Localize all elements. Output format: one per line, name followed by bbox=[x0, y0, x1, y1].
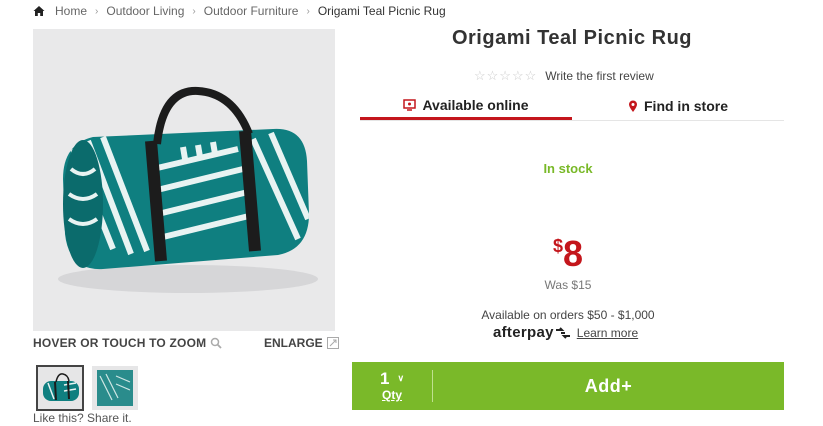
quantity-value: 1 bbox=[379, 369, 390, 388]
magnifier-icon bbox=[210, 337, 222, 349]
write-review-link[interactable]: Write the first review bbox=[545, 69, 653, 83]
breadcrumb-current: Origami Teal Picnic Rug bbox=[317, 4, 446, 18]
thumbnail-flat[interactable] bbox=[92, 366, 138, 410]
tab-label: Find in store bbox=[644, 98, 728, 114]
tab-label: Available online bbox=[422, 96, 529, 113]
price: $8 bbox=[360, 234, 776, 274]
home-icon[interactable] bbox=[33, 5, 45, 17]
monitor-icon bbox=[403, 98, 417, 111]
afterpay-availability: Available on orders $50 - $1,000 bbox=[481, 308, 655, 322]
price-amount: 8 bbox=[562, 233, 584, 274]
add-to-cart-bar: 1 ∨ Qty Add+ bbox=[352, 362, 784, 410]
tab-available-online[interactable]: Available online bbox=[360, 92, 572, 120]
breadcrumb-item-outdoor-living[interactable]: Outdoor Living bbox=[106, 4, 184, 18]
availability-tabs: Available online Find in store bbox=[360, 92, 784, 121]
enlarge-button[interactable]: ENLARGE bbox=[264, 336, 339, 350]
learn-more-link[interactable]: Learn more bbox=[577, 326, 638, 340]
product-main-image[interactable] bbox=[33, 29, 335, 331]
quantity-selector[interactable]: 1 ∨ Qty bbox=[352, 362, 432, 410]
review-summary: ☆☆☆☆☆ Write the first review bbox=[474, 68, 654, 84]
chevron-right-icon: › bbox=[95, 5, 99, 17]
afterpay-logo: afterpay bbox=[493, 324, 554, 341]
chevron-right-icon: › bbox=[192, 5, 196, 17]
chevron-right-icon: › bbox=[306, 5, 310, 17]
zoom-label: HOVER OR TOUCH TO ZOOM bbox=[33, 336, 207, 350]
product-title: Origami Teal Picnic Rug bbox=[451, 27, 693, 49]
breadcrumb-item-outdoor-furniture[interactable]: Outdoor Furniture bbox=[204, 4, 299, 18]
breadcrumb-item-home[interactable]: Home bbox=[55, 4, 87, 18]
enlarge-label: ENLARGE bbox=[264, 336, 323, 350]
share-label[interactable]: Like this? Share it. bbox=[33, 411, 132, 425]
afterpay-row: afterpay Learn more bbox=[493, 324, 638, 341]
zoom-hint: HOVER OR TOUCH TO ZOOM bbox=[33, 336, 222, 350]
add-to-cart-button[interactable]: Add+ bbox=[433, 376, 784, 397]
afterpay-arrows-icon bbox=[555, 326, 571, 339]
thumbnail-rolled[interactable] bbox=[36, 365, 84, 411]
was-price: Was $15 bbox=[544, 278, 592, 292]
tab-find-in-store[interactable]: Find in store bbox=[572, 92, 784, 120]
chevron-down-icon: ∨ bbox=[397, 373, 405, 383]
quantity-value-row: 1 ∨ bbox=[380, 370, 404, 387]
stock-status: In stock bbox=[543, 161, 593, 176]
quantity-label: Qty bbox=[381, 388, 402, 402]
expand-icon bbox=[326, 337, 339, 349]
breadcrumb: Home › Outdoor Living › Outdoor Furnitur… bbox=[33, 3, 446, 19]
map-pin-icon bbox=[628, 100, 638, 113]
rating-stars-icon: ☆☆☆☆☆ bbox=[474, 68, 538, 83]
price-currency: $ bbox=[552, 236, 563, 256]
